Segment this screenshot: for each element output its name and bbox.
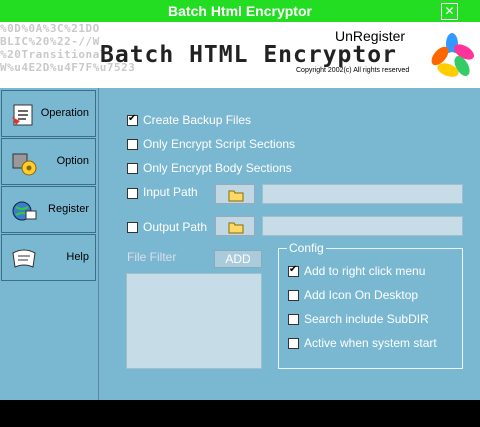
search-subdir-checkbox[interactable] [288,314,299,325]
search-subdir-label: Search include SubDIR [304,312,429,326]
sidebar-item-label: Option [56,155,89,167]
sidebar-item-label: Operation [40,107,89,119]
option-gear-icon [12,153,37,176]
encrypt-body-label: Only Encrypt Body Sections [143,161,292,175]
status-bar [0,400,480,427]
sidebar-item-operation[interactable]: Operation [1,90,96,137]
code-line: BLIC%20%22-//W [0,35,100,48]
sidebar: Operation Option Register Help [0,88,99,400]
input-path-label: Input Path [143,185,198,199]
output-path-field[interactable] [262,216,463,236]
registration-status: UnRegister [335,28,406,44]
input-browse-button[interactable] [215,184,255,204]
add-filter-button[interactable]: ADD [214,250,262,268]
output-path-label: Output Path [143,220,208,234]
operation-icon [12,104,33,126]
sidebar-item-register[interactable]: Register [1,186,96,233]
create-backup-checkbox[interactable] [127,113,138,126]
help-scroll-icon [12,249,36,268]
desktop-icon-label: Add Icon On Desktop [304,288,419,302]
output-path-checkbox[interactable] [127,222,138,233]
system-start-label: Active when system start [304,336,437,350]
config-legend: Config [287,241,326,255]
code-line: %20Transitional [0,48,107,61]
folder-icon [228,222,244,234]
encrypt-script-checkbox[interactable] [127,139,138,150]
sidebar-item-label: Help [66,251,89,263]
title-bar: Batch Html Encryptor ✕ [0,0,480,22]
right-click-menu-label: Add to right click menu [304,264,426,278]
header-banner: %0D%0A%3C%21DO BLIC%20%22-//W %20Transit… [0,22,480,88]
desktop-icon-checkbox[interactable] [288,290,299,301]
sidebar-item-option[interactable]: Option [1,138,96,185]
input-path-checkbox[interactable] [127,188,138,199]
code-line: %0D%0A%3C%21DO [0,22,100,35]
sidebar-item-label: Register [48,203,89,215]
register-globe-icon [12,201,37,221]
copyright-text: Copyright 2002(c) All rights reserved [296,67,410,74]
operation-panel: Create Backup Files Only Encrypt Script … [99,88,480,400]
close-button[interactable]: ✕ [441,3,458,20]
sidebar-item-help[interactable]: Help [1,234,96,281]
encrypt-body-checkbox[interactable] [127,163,138,174]
folder-icon [228,190,244,202]
encrypt-script-label: Only Encrypt Script Sections [143,137,296,151]
input-path-field[interactable] [262,184,463,204]
file-filter-label: File Filter [127,250,177,264]
window-title: Batch Html Encryptor [168,3,312,19]
right-click-menu-checkbox[interactable] [288,264,299,277]
create-backup-label: Create Backup Files [143,113,252,127]
file-filter-list[interactable] [126,273,262,369]
pinwheel-logo-icon [431,33,474,77]
output-browse-button[interactable] [215,216,255,236]
brand-title: Batch HTML Encryptor [100,42,397,68]
system-start-checkbox[interactable] [288,338,299,349]
